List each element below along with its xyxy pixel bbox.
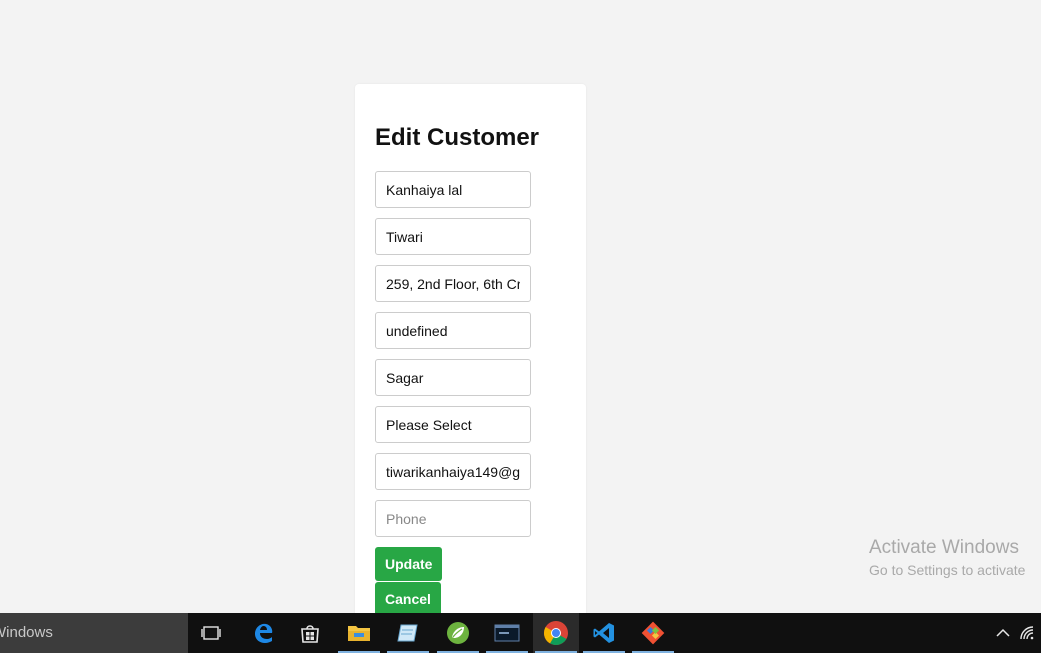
notepad-icon[interactable]: [385, 613, 431, 653]
chevron-up-icon[interactable]: [992, 613, 1014, 653]
address-input[interactable]: [375, 265, 531, 302]
last-name-input[interactable]: [375, 218, 531, 255]
vscode-icon[interactable]: [581, 613, 627, 653]
undefined-field-input[interactable]: [375, 312, 531, 349]
page-title: Edit Customer: [375, 124, 540, 151]
taskbar-search-text: Windows: [0, 624, 53, 641]
store-icon[interactable]: [287, 613, 333, 653]
mysql-workbench-icon[interactable]: [484, 613, 530, 653]
edge-icon[interactable]: [240, 613, 286, 653]
edit-customer-card: Edit Customer Update Cancel: [355, 84, 586, 624]
task-view-icon[interactable]: [188, 613, 234, 653]
activate-windows-watermark: Activate Windows Go to Settings to activ…: [869, 537, 1025, 578]
first-name-input[interactable]: [375, 171, 531, 208]
email-input[interactable]: [375, 453, 531, 490]
spring-tool-icon[interactable]: [435, 613, 481, 653]
wifi-icon[interactable]: [1016, 613, 1040, 653]
cancel-button[interactable]: Cancel: [375, 582, 441, 616]
city-input[interactable]: [375, 359, 531, 396]
file-explorer-icon[interactable]: [336, 613, 382, 653]
watermark-subtitle: Go to Settings to activate: [869, 562, 1026, 578]
update-button[interactable]: Update: [375, 547, 443, 581]
taskbar: Windows: [0, 613, 1041, 653]
watermark-title: Activate Windows: [869, 537, 1019, 558]
taskbar-search-box[interactable]: Windows: [0, 613, 188, 653]
git-icon[interactable]: [630, 613, 676, 653]
phone-input[interactable]: [375, 500, 531, 537]
chrome-icon[interactable]: [533, 613, 579, 653]
state-select[interactable]: [375, 406, 531, 443]
